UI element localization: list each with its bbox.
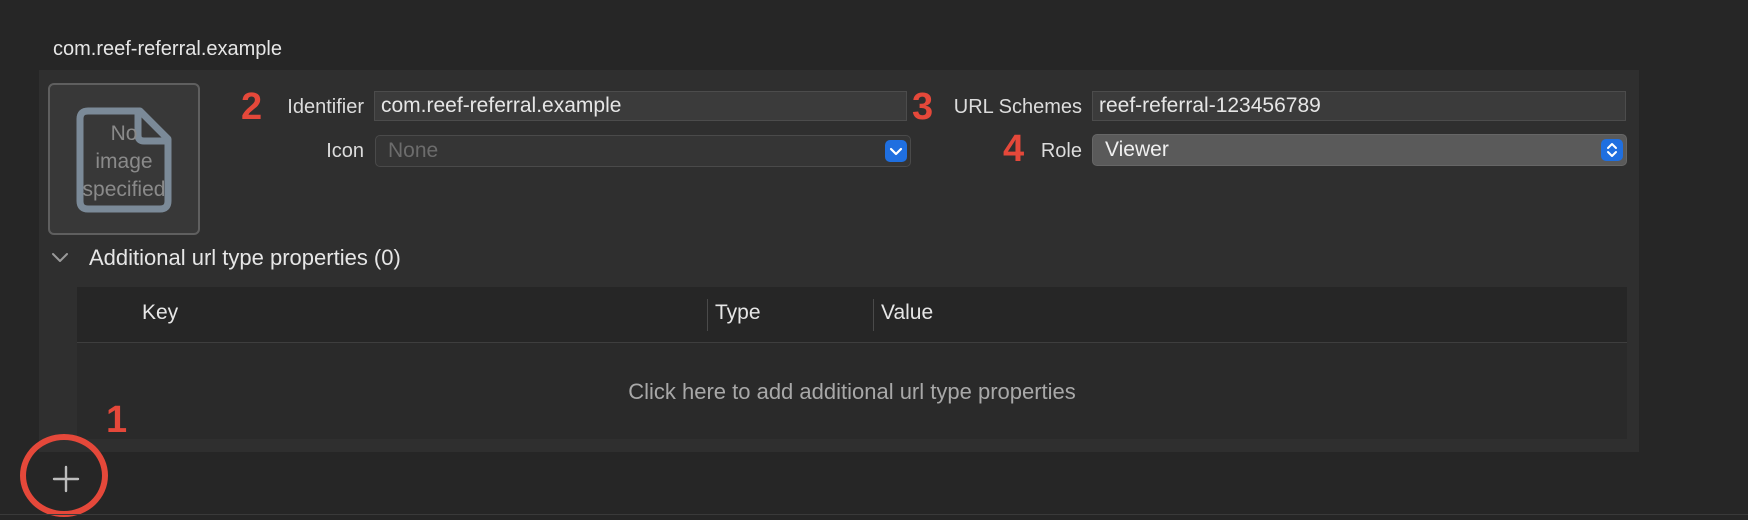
url-schemes-field[interactable]: reef-referral-123456789	[1092, 91, 1626, 121]
role-label: Role	[1040, 140, 1082, 162]
role-popup-value: Viewer	[1105, 138, 1169, 161]
identifier-label: Identifier	[287, 96, 364, 118]
annotation-badge-2: 2	[241, 86, 263, 128]
column-type[interactable]: Type	[715, 301, 761, 325]
annotation-badge-3: 3	[912, 86, 934, 128]
chevron-down-icon[interactable]	[50, 248, 70, 268]
url-type-title: com.reef-referral.example	[53, 38, 282, 60]
column-value[interactable]: Value	[881, 301, 933, 325]
no-image-placeholder: No image specified	[50, 120, 198, 204]
annotation-badge-4: 4	[1003, 128, 1025, 170]
placeholder-line: image	[95, 150, 153, 173]
placeholder-line: specified	[82, 178, 166, 201]
icon-popup[interactable]: None	[375, 135, 911, 167]
up-down-chevron-icon	[1601, 139, 1623, 161]
divider	[0, 514, 1748, 515]
column-divider[interactable]	[707, 299, 708, 331]
column-divider[interactable]	[873, 299, 874, 331]
icon-popup-value: None	[388, 139, 439, 162]
url-type-icon-well[interactable]: No image specified	[48, 83, 200, 235]
add-url-type-button[interactable]	[46, 459, 86, 499]
chevron-down-icon	[885, 140, 907, 162]
icon-label: Icon	[326, 140, 364, 162]
placeholder-line: No	[110, 122, 138, 145]
add-properties-hint[interactable]: Click here to add additional url type pr…	[77, 379, 1627, 405]
table-header: Key Type Value	[77, 287, 1627, 343]
additional-properties-title[interactable]: Additional url type properties (0)	[89, 245, 401, 271]
additional-properties-table: Key Type Value Click here to add additio…	[77, 287, 1627, 439]
url-types-editor: com.reef-referral.example No image speci…	[0, 0, 1748, 520]
role-popup[interactable]: Viewer	[1092, 134, 1627, 166]
annotation-badge-1: 1	[106, 399, 128, 441]
identifier-field[interactable]: com.reef-referral.example	[374, 91, 907, 121]
plus-icon	[52, 465, 80, 493]
url-schemes-label: URL Schemes	[953, 96, 1082, 118]
column-key[interactable]: Key	[142, 301, 178, 325]
